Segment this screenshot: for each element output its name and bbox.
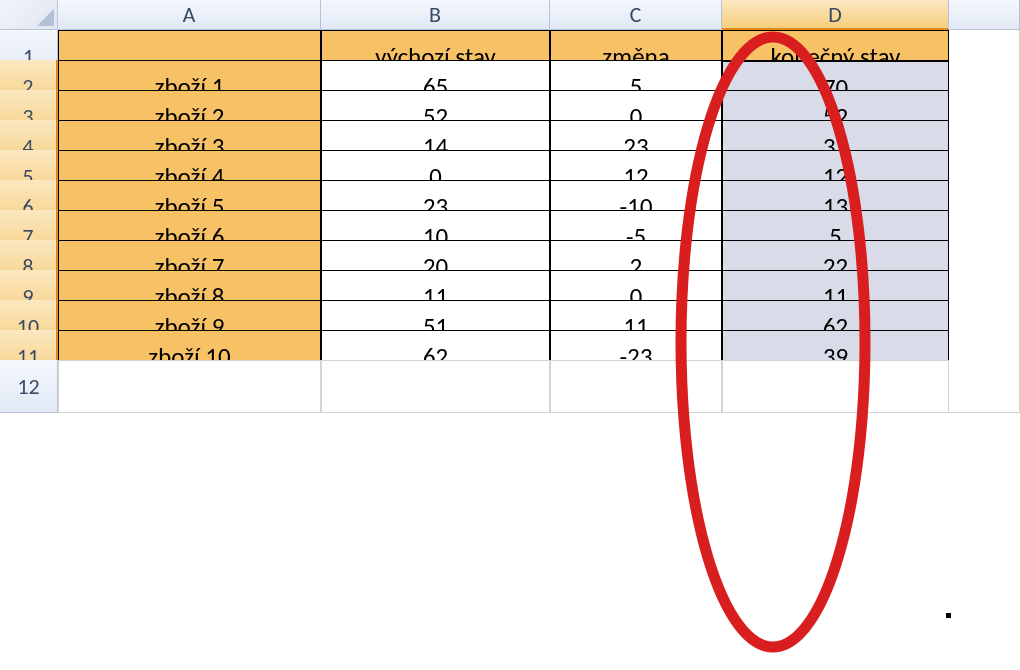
col-header-A[interactable]: A bbox=[58, 0, 321, 30]
cell-E12[interactable] bbox=[949, 360, 1020, 413]
col-header-C[interactable]: C bbox=[550, 0, 722, 30]
col-header-D[interactable]: D bbox=[722, 0, 949, 30]
col-header-B[interactable]: B bbox=[321, 0, 550, 30]
cell-A12[interactable] bbox=[58, 360, 321, 413]
spreadsheet-grid: A B C D 1 výchozí stav změna konečný sta… bbox=[0, 0, 1020, 390]
select-all-corner[interactable] bbox=[0, 0, 58, 30]
fill-handle[interactable] bbox=[945, 612, 952, 619]
cell-B12[interactable] bbox=[321, 360, 550, 413]
cell-D12[interactable] bbox=[722, 360, 949, 413]
cell-C12[interactable] bbox=[550, 360, 722, 413]
row-header-12[interactable]: 12 bbox=[0, 360, 58, 413]
col-header-extra[interactable] bbox=[949, 0, 1020, 30]
